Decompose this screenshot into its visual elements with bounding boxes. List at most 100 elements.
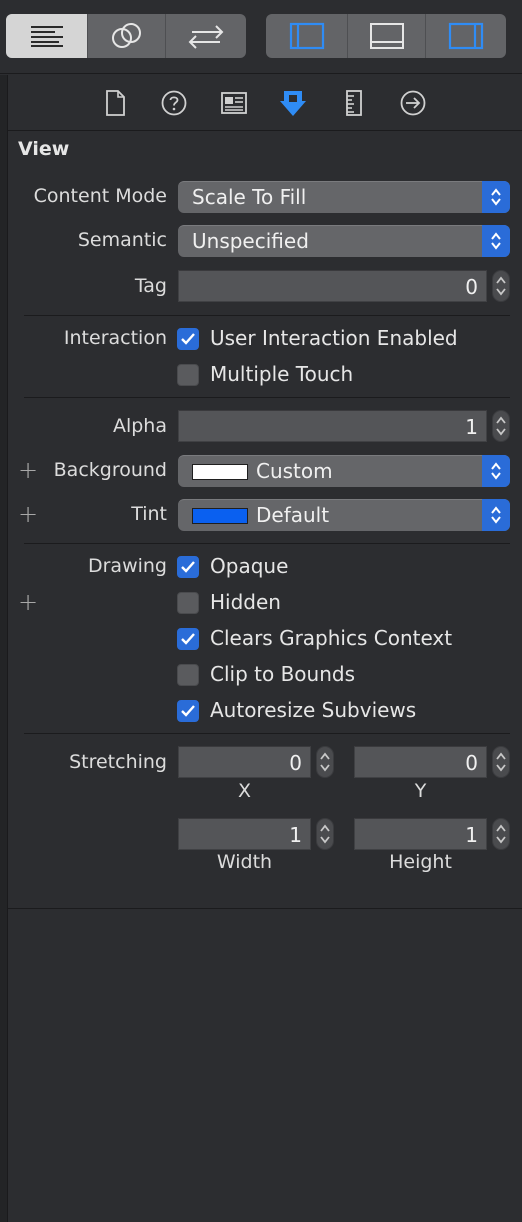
hidden-label: Hidden bbox=[210, 590, 281, 614]
drawing-label: Drawing bbox=[87, 555, 167, 577]
stretching-width-value: 1 bbox=[289, 823, 302, 847]
add-variation-background-icon[interactable]: + bbox=[18, 458, 38, 482]
panel-left-edge bbox=[0, 75, 8, 1222]
user-interaction-checkbox[interactable] bbox=[177, 328, 199, 350]
separator bbox=[24, 543, 510, 544]
tab-size-inspector[interactable] bbox=[341, 90, 367, 116]
background-color-popup[interactable]: Custom bbox=[178, 455, 510, 487]
bottom-panel-icon bbox=[369, 23, 404, 49]
clip-to-bounds-checkbox[interactable] bbox=[177, 664, 199, 686]
checkmark-icon bbox=[181, 333, 195, 345]
clears-graphics-context-checkbox[interactable] bbox=[177, 628, 199, 650]
alpha-field[interactable]: 1 bbox=[178, 410, 487, 442]
content-mode-value: Scale To Fill bbox=[192, 185, 307, 209]
stepper-arrows-icon bbox=[320, 752, 330, 772]
stretching-width-caption: Width bbox=[216, 851, 273, 873]
semantic-popup[interactable]: Unspecified bbox=[178, 225, 510, 257]
tag-field[interactable]: 0 bbox=[178, 270, 487, 302]
tab-attributes-inspector[interactable] bbox=[280, 90, 306, 116]
multiple-touch-checkbox[interactable] bbox=[177, 364, 199, 386]
stretching-y-stepper[interactable] bbox=[492, 746, 510, 778]
file-icon bbox=[106, 90, 125, 116]
toggle-utilities-button[interactable] bbox=[426, 14, 506, 58]
tint-label: Tint bbox=[131, 503, 167, 525]
clears-graphics-context-label: Clears Graphics Context bbox=[210, 626, 453, 650]
stretching-x-field[interactable]: 0 bbox=[178, 746, 311, 778]
standard-editor-button[interactable] bbox=[6, 14, 88, 58]
semantic-value: Unspecified bbox=[192, 229, 309, 253]
semantic-label: Semantic bbox=[77, 229, 167, 251]
stretching-y-value: 0 bbox=[465, 751, 478, 775]
stretching-height-field[interactable]: 1 bbox=[354, 818, 487, 850]
clip-to-bounds-label: Clip to Bounds bbox=[210, 662, 355, 686]
content-mode-popup[interactable]: Scale To Fill bbox=[178, 181, 510, 213]
toggle-debug-area-button[interactable] bbox=[348, 14, 426, 58]
bottom-separator bbox=[8, 908, 522, 909]
popup-arrows-icon bbox=[482, 181, 510, 213]
stretching-x-stepper[interactable] bbox=[316, 746, 334, 778]
attributes-icon bbox=[280, 91, 306, 116]
version-editor-button[interactable] bbox=[166, 14, 246, 58]
stepper-arrows-icon bbox=[320, 824, 330, 844]
tint-value: Default bbox=[256, 503, 330, 527]
toggle-navigator-button[interactable] bbox=[266, 14, 348, 58]
editor-mode-segmented-control bbox=[6, 14, 246, 58]
tab-file-inspector[interactable] bbox=[102, 90, 128, 116]
tab-connections-inspector[interactable] bbox=[400, 90, 426, 116]
alpha-value: 1 bbox=[465, 415, 478, 439]
checkmark-icon bbox=[181, 705, 195, 717]
tint-color-popup[interactable]: Default bbox=[178, 499, 510, 531]
interaction-label: Interaction bbox=[63, 327, 167, 349]
stretching-x-caption: X bbox=[237, 780, 252, 802]
autoresize-subviews-checkbox[interactable] bbox=[177, 700, 199, 722]
tab-identity-inspector[interactable] bbox=[221, 90, 247, 116]
stretching-width-stepper[interactable] bbox=[316, 818, 334, 850]
hidden-checkbox[interactable] bbox=[177, 592, 199, 614]
stepper-arrows-icon bbox=[496, 416, 506, 436]
stretching-height-caption: Height bbox=[389, 851, 452, 873]
popup-arrows-icon bbox=[482, 499, 510, 531]
checkmark-icon bbox=[181, 633, 195, 645]
add-variation-tint-icon[interactable]: + bbox=[18, 502, 38, 526]
assistant-editor-button[interactable] bbox=[88, 14, 166, 58]
background-label: Background bbox=[53, 459, 167, 481]
standard-editor-icon bbox=[30, 26, 63, 47]
popup-arrows-icon bbox=[482, 455, 510, 487]
tag-label: Tag bbox=[134, 275, 167, 297]
background-value: Custom bbox=[256, 459, 333, 483]
add-variation-hidden-icon[interactable]: + bbox=[18, 590, 38, 614]
tab-quick-help[interactable] bbox=[161, 90, 187, 116]
left-panel-icon bbox=[289, 22, 324, 50]
content-mode-label: Content Mode bbox=[33, 185, 167, 207]
connections-icon bbox=[400, 90, 426, 116]
assistant-editor-icon bbox=[111, 23, 141, 48]
stepper-arrows-icon bbox=[496, 752, 506, 772]
stepper-arrows-icon bbox=[496, 824, 506, 844]
user-interaction-label: User Interaction Enabled bbox=[210, 326, 458, 350]
stretching-height-stepper[interactable] bbox=[492, 818, 510, 850]
help-icon bbox=[161, 90, 187, 116]
checkmark-icon bbox=[181, 561, 195, 573]
separator bbox=[24, 315, 510, 316]
inspector-tab-bar bbox=[8, 75, 522, 131]
stretching-label: Stretching bbox=[69, 751, 167, 773]
alpha-label: Alpha bbox=[112, 415, 167, 437]
stretching-x-value: 0 bbox=[289, 751, 302, 775]
tag-value: 0 bbox=[465, 275, 478, 299]
size-icon bbox=[346, 90, 362, 116]
opaque-checkbox[interactable] bbox=[177, 556, 199, 578]
tint-color-swatch bbox=[192, 508, 248, 524]
stepper-arrows-icon bbox=[496, 276, 506, 296]
section-title: View bbox=[18, 138, 70, 160]
stretching-y-field[interactable]: 0 bbox=[354, 746, 487, 778]
stretching-height-value: 1 bbox=[465, 823, 478, 847]
toolbar bbox=[0, 0, 522, 74]
popup-arrows-icon bbox=[482, 225, 510, 257]
stretching-y-caption: Y bbox=[414, 780, 427, 802]
right-panel-icon bbox=[448, 22, 484, 50]
tag-stepper[interactable] bbox=[492, 270, 510, 302]
separator bbox=[24, 733, 510, 734]
identity-icon bbox=[221, 92, 247, 114]
alpha-stepper[interactable] bbox=[492, 410, 510, 442]
stretching-width-field[interactable]: 1 bbox=[178, 818, 311, 850]
